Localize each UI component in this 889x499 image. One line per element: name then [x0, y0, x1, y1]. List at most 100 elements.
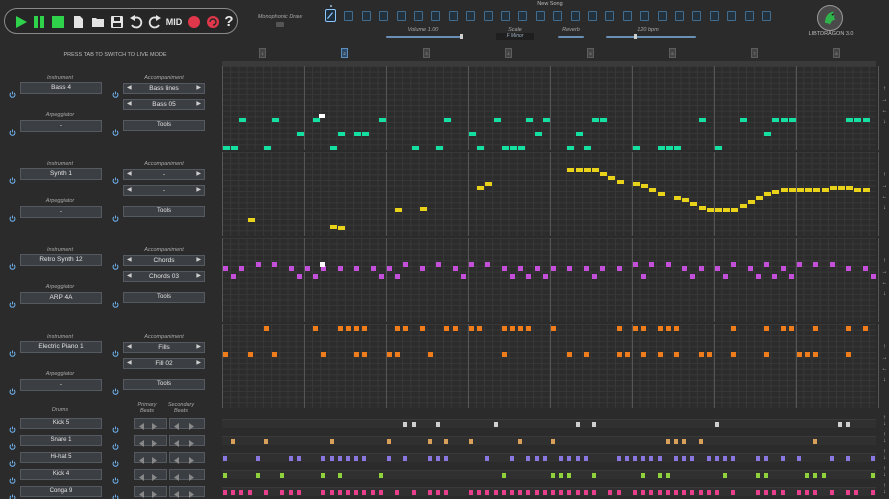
- note[interactable]: [641, 326, 647, 331]
- note[interactable]: [657, 192, 665, 196]
- arrow-left-icon[interactable]: ◀: [127, 343, 132, 352]
- drum-hit[interactable]: [706, 456, 711, 461]
- note[interactable]: [419, 266, 425, 271]
- drum-hit[interactable]: [288, 490, 293, 495]
- drum-hit[interactable]: [510, 490, 514, 495]
- note[interactable]: [485, 182, 493, 186]
- power-icon[interactable]: [112, 382, 119, 395]
- note[interactable]: [633, 182, 640, 186]
- bpm-slider[interactable]: [606, 36, 696, 38]
- note[interactable]: [321, 352, 327, 357]
- note[interactable]: [641, 352, 647, 357]
- note-playhead[interactable]: [320, 262, 325, 267]
- pattern-slot[interactable]: [622, 11, 632, 21]
- pattern-slot[interactable]: [379, 11, 389, 21]
- drum-hit[interactable]: [756, 473, 760, 478]
- note[interactable]: [715, 266, 720, 271]
- volume-slider-handle[interactable]: [460, 34, 463, 39]
- note[interactable]: [346, 326, 351, 331]
- tools-button[interactable]: Tools: [123, 379, 205, 390]
- note[interactable]: [583, 266, 589, 271]
- drum-hit[interactable]: [797, 456, 801, 461]
- arrow-left-icon[interactable]: ◀: [127, 170, 132, 179]
- note[interactable]: [501, 326, 507, 331]
- drum-hit[interactable]: [534, 456, 539, 461]
- drum-hit[interactable]: [838, 422, 842, 427]
- note[interactable]: [395, 274, 400, 279]
- note[interactable]: [674, 352, 679, 357]
- scroll-down-icon[interactable]: ↓: [880, 472, 889, 478]
- drum-hit[interactable]: [592, 422, 596, 427]
- tools-button[interactable]: Tools: [123, 120, 205, 131]
- drum-hit[interactable]: [592, 473, 596, 478]
- arrow-right-icon[interactable]: ▶: [196, 272, 201, 281]
- pattern-slot[interactable]: [344, 11, 354, 21]
- note[interactable]: [731, 352, 737, 357]
- note[interactable]: [542, 274, 548, 279]
- note[interactable]: [764, 192, 772, 196]
- drum-hit[interactable]: [870, 456, 875, 461]
- pattern-slot[interactable]: [762, 11, 771, 21]
- drum-hit[interactable]: [337, 473, 342, 478]
- shift-right-icon[interactable]: →: [880, 355, 889, 361]
- drum-hit[interactable]: [354, 490, 359, 495]
- power-icon[interactable]: [112, 257, 119, 270]
- drum-hit[interactable]: [846, 456, 851, 461]
- drum-hit[interactable]: [674, 456, 678, 461]
- note[interactable]: [797, 352, 802, 357]
- note[interactable]: [723, 208, 731, 212]
- note-playhead[interactable]: [319, 114, 325, 118]
- drum-hit[interactable]: [592, 490, 596, 495]
- note[interactable]: [813, 352, 819, 357]
- note[interactable]: [731, 208, 739, 212]
- arpeggiator-select[interactable]: ARP 4A: [20, 292, 102, 304]
- section-marker[interactable]: 1: [259, 48, 266, 58]
- drum-hit[interactable]: [329, 456, 334, 461]
- pattern-slot[interactable]: [657, 11, 667, 21]
- shift-right-icon[interactable]: →: [880, 183, 889, 189]
- note[interactable]: [477, 146, 485, 150]
- accompaniment-pattern-select[interactable]: Fill 02 ◀ ▶: [123, 358, 205, 369]
- note[interactable]: [772, 190, 780, 194]
- note[interactable]: [444, 118, 452, 122]
- note[interactable]: [460, 274, 466, 279]
- pause-icon[interactable]: [31, 13, 47, 30]
- pattern-slot[interactable]: [605, 11, 615, 21]
- note[interactable]: [706, 208, 714, 212]
- drum-hit[interactable]: [870, 473, 875, 478]
- drum-hit[interactable]: [362, 456, 367, 461]
- drum-hit[interactable]: [534, 490, 539, 495]
- drum-hit[interactable]: [829, 456, 834, 461]
- section-marker[interactable]: 2: [341, 48, 348, 58]
- scroll-down-icon[interactable]: ↓: [880, 421, 889, 427]
- note[interactable]: [788, 118, 796, 122]
- power-icon[interactable]: [112, 171, 119, 184]
- drum-hit[interactable]: [641, 473, 646, 478]
- drum-hit[interactable]: [665, 473, 670, 478]
- drum-hit[interactable]: [296, 490, 301, 495]
- pattern-slot[interactable]: [501, 11, 510, 21]
- note[interactable]: [591, 274, 597, 279]
- drum-hit[interactable]: [657, 473, 662, 478]
- open-folder-icon[interactable]: [90, 13, 106, 30]
- note[interactable]: [305, 266, 310, 271]
- power-icon[interactable]: [9, 437, 16, 450]
- note[interactable]: [608, 176, 616, 180]
- note[interactable]: [518, 326, 524, 331]
- shift-left-icon[interactable]: ←: [880, 366, 889, 372]
- drum-hit[interactable]: [518, 490, 523, 495]
- loop-record-icon[interactable]: [205, 13, 221, 30]
- drum-hit[interactable]: [674, 490, 678, 495]
- note[interactable]: [387, 352, 392, 357]
- note[interactable]: [419, 326, 425, 331]
- drum-hit[interactable]: [854, 490, 859, 495]
- note[interactable]: [780, 266, 786, 271]
- note[interactable]: [616, 266, 622, 271]
- note[interactable]: [641, 274, 646, 279]
- drum-hit[interactable]: [296, 456, 301, 461]
- drum-pattern-row[interactable]: [222, 487, 876, 496]
- note[interactable]: [690, 202, 698, 206]
- note[interactable]: [255, 262, 261, 267]
- power-icon[interactable]: [9, 488, 16, 499]
- pattern-slot[interactable]: [396, 11, 406, 21]
